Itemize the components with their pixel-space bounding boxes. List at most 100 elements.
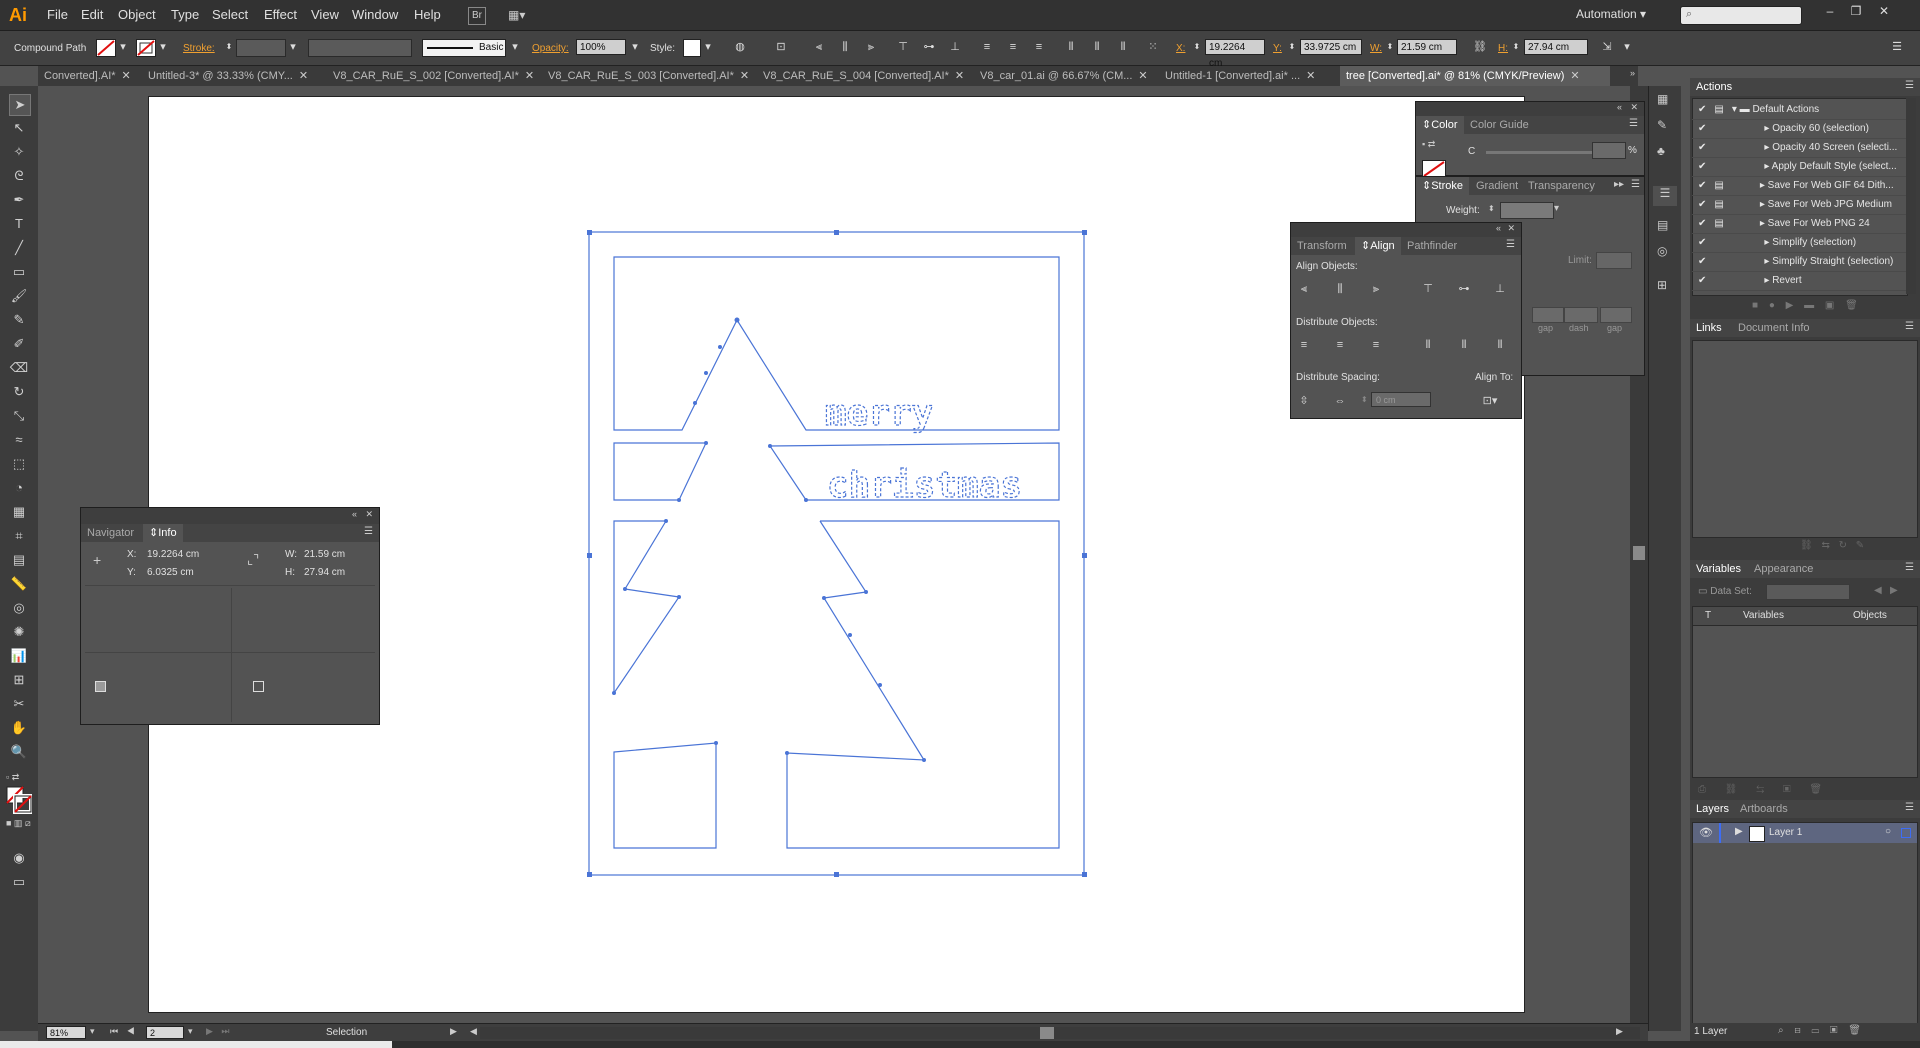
distribute-hspace-icon[interactable]: ⇔ (1331, 393, 1349, 409)
default-colors-icon[interactable]: ▪ ⇄ (1422, 139, 1435, 150)
panel-menu-icon[interactable]: ☰ (1905, 80, 1914, 91)
menu-file[interactable]: File (47, 7, 68, 22)
target-circle-icon[interactable]: ○ (1885, 826, 1891, 837)
stepper-icon[interactable]: ⬍ (222, 40, 236, 54)
collapse-icon[interactable]: « (1496, 223, 1501, 233)
artboard-nav-prev-icons[interactable]: ⏮ ◀ (110, 1026, 135, 1037)
menu-view[interactable]: View (311, 7, 339, 22)
w-field[interactable]: 21.59 cm (1397, 39, 1457, 55)
panel-menu-icon[interactable]: ☰ (1905, 802, 1914, 813)
panel-header[interactable]: « ✕ (81, 508, 379, 524)
distribute-right-icon[interactable]: ⦀ (1491, 337, 1509, 353)
shape-builder-tool-icon[interactable]: ◔ (9, 478, 29, 498)
brushes-icon[interactable]: ✎ (1657, 118, 1667, 132)
magic-wand-tool-icon[interactable]: ✧ (9, 142, 29, 162)
zoom-field[interactable]: 81% (46, 1026, 86, 1039)
expand-icon[interactable]: ▸▸ (1614, 179, 1624, 190)
tab-color-guide[interactable]: Color Guide (1464, 116, 1535, 134)
panel-menu-icon[interactable]: ☰ (1905, 562, 1914, 573)
align-top-icon[interactable]: ⊤ (896, 40, 910, 54)
action-set-row[interactable]: ✔ ▤ ▾ ▬ Default Actions (1692, 100, 1912, 120)
actions-panel-header[interactable]: Actions ☰ (1690, 78, 1920, 96)
type-tool-icon[interactable]: T (9, 214, 29, 234)
menu-type[interactable]: Type (171, 7, 199, 22)
artboard-number-field[interactable]: 2 (146, 1026, 184, 1039)
bridge-icon[interactable]: Br (468, 7, 486, 25)
tab-document[interactable]: Converted].AI* ✕ (38, 66, 142, 86)
chevron-down-icon[interactable]: ▾ (1554, 203, 1559, 214)
gap-field-0[interactable] (1532, 307, 1564, 323)
transform-options-icon[interactable]: ⇲ (1600, 40, 1614, 54)
align-bottom-icon[interactable]: ⊥ (1491, 281, 1509, 297)
panel-menu-icon[interactable]: ☰ (1629, 118, 1638, 129)
align-left-icon[interactable]: ⫷ (1295, 281, 1313, 297)
w-label[interactable]: W: (1370, 43, 1382, 54)
data-set-dropdown[interactable] (1766, 584, 1850, 600)
scroll-left-icon[interactable]: ◀ (470, 1026, 477, 1037)
gradient-panel-icon[interactable]: ▤ (1657, 218, 1668, 232)
recolor-artwork-icon[interactable]: ◍ (733, 40, 747, 54)
zoom-tool-icon[interactable]: 🔍 (9, 742, 29, 762)
fill-swatch[interactable] (96, 39, 116, 57)
scroll-right-icon[interactable]: ▶ (1616, 1026, 1623, 1037)
distribute-vspace-icon[interactable]: ⇳ (1295, 393, 1313, 409)
distribute-hcenter-icon[interactable]: ⦀ (1455, 337, 1473, 353)
c-value-field[interactable] (1592, 142, 1626, 159)
mesh-tool-icon[interactable]: ⌗ (9, 526, 29, 546)
selection-tool-icon[interactable]: ➤ (9, 94, 31, 116)
tab-document[interactable]: V8_car_01.ai @ 66.67% (CM... ✕ (974, 66, 1154, 86)
tab-document-active[interactable]: tree [Converted].ai* @ 81% (CMYK/Preview… (1340, 66, 1610, 86)
distribute-left-icon[interactable]: ⦀ (1419, 337, 1437, 353)
graph-tool-icon[interactable]: 📊 (9, 646, 29, 666)
h-field[interactable]: 27.94 cm (1524, 39, 1588, 55)
rotate-tool-icon[interactable]: ↻ (9, 382, 29, 402)
opacity-label[interactable]: Opacity: (532, 43, 569, 54)
tab-layers[interactable]: Layers (1690, 800, 1735, 818)
stepper-icon[interactable]: ⬍ (1509, 40, 1523, 54)
align-bottom-icon[interactable]: ⊥ (948, 40, 962, 54)
variable-width-dropdown[interactable] (308, 39, 412, 57)
tab-align[interactable]: ⇕Align (1355, 237, 1401, 255)
rectangle-tool-icon[interactable]: ▭ (9, 262, 29, 282)
action-row[interactable]: ✔ ▤ ▸ Save For Web JPG Medium (1692, 195, 1912, 215)
chevron-down-icon[interactable]: ▾ (286, 40, 300, 54)
tab-color[interactable]: ⇕Color (1416, 116, 1464, 134)
align-hcenter-icon[interactable]: ⫼ (838, 40, 852, 54)
distribute-right-icon[interactable]: ⦀ (1116, 40, 1130, 54)
symbol-sprayer-tool-icon[interactable]: ✺ (9, 622, 29, 642)
menu-select[interactable]: Select (212, 7, 248, 22)
menu-effect[interactable]: Effect (264, 7, 297, 22)
align-hcenter-icon[interactable]: ⫼ (1331, 281, 1349, 297)
panel-menu-icon[interactable]: ☰ (1631, 179, 1640, 190)
limit-field[interactable] (1596, 252, 1632, 269)
actions-footer-icons[interactable]: ■ ● ▶ ▬ ▣ 🗑 (1752, 300, 1912, 314)
tab-pathfinder[interactable]: Pathfinder (1401, 237, 1463, 255)
action-row[interactable]: ✔ ▸ Apply Default Style (select... (1692, 157, 1912, 177)
action-row[interactable]: ✔ ▸ Simplify (selection) (1692, 233, 1912, 253)
stepper-icon[interactable]: ⬍ (1361, 395, 1368, 404)
pen-tool-icon[interactable]: ✒ (9, 190, 29, 210)
action-row[interactable]: ✔ ▤ ▸ Save For Web GIF 64 Dith... (1692, 176, 1912, 196)
selection-indicator[interactable] (1901, 828, 1911, 838)
close-icon[interactable]: ✕ (1507, 223, 1515, 234)
action-row[interactable]: ✔ ▸ Opacity 60 (selection) (1692, 119, 1912, 139)
align-top-icon[interactable]: ⊤ (1419, 281, 1437, 297)
align-to-dropdown-icon[interactable]: ⊡▾ (1481, 393, 1499, 409)
chevron-down-icon[interactable]: ▾ (628, 40, 642, 54)
distribute-hcenter-icon[interactable]: ⦀ (1090, 40, 1104, 54)
eraser-tool-icon[interactable]: ⌫ (9, 358, 29, 378)
y-label[interactable]: Y: (1273, 43, 1282, 54)
tab-links[interactable]: Links (1690, 319, 1728, 337)
swap-colors-icon[interactable]: ▫ ⇄ (6, 772, 32, 782)
tab-appearance[interactable]: Appearance (1748, 560, 1819, 578)
layer-row[interactable]: 👁 ▶ Layer 1 ○ (1693, 823, 1917, 843)
visibility-eye-icon[interactable]: 👁 (1699, 826, 1713, 839)
align-to-icon[interactable]: ⊡ (774, 40, 788, 54)
slice-tool-icon[interactable]: ✂ (9, 694, 29, 714)
gap-field-1[interactable] (1564, 307, 1598, 323)
artboard-nav-next-icons[interactable]: ▶ ⏭ (206, 1026, 230, 1037)
panel-menu-icon[interactable]: ☰ (1890, 40, 1904, 54)
h-label[interactable]: H: (1498, 43, 1508, 54)
x-label[interactable]: X: (1176, 43, 1185, 54)
stepper-icon[interactable]: ⬍ (1285, 40, 1299, 54)
